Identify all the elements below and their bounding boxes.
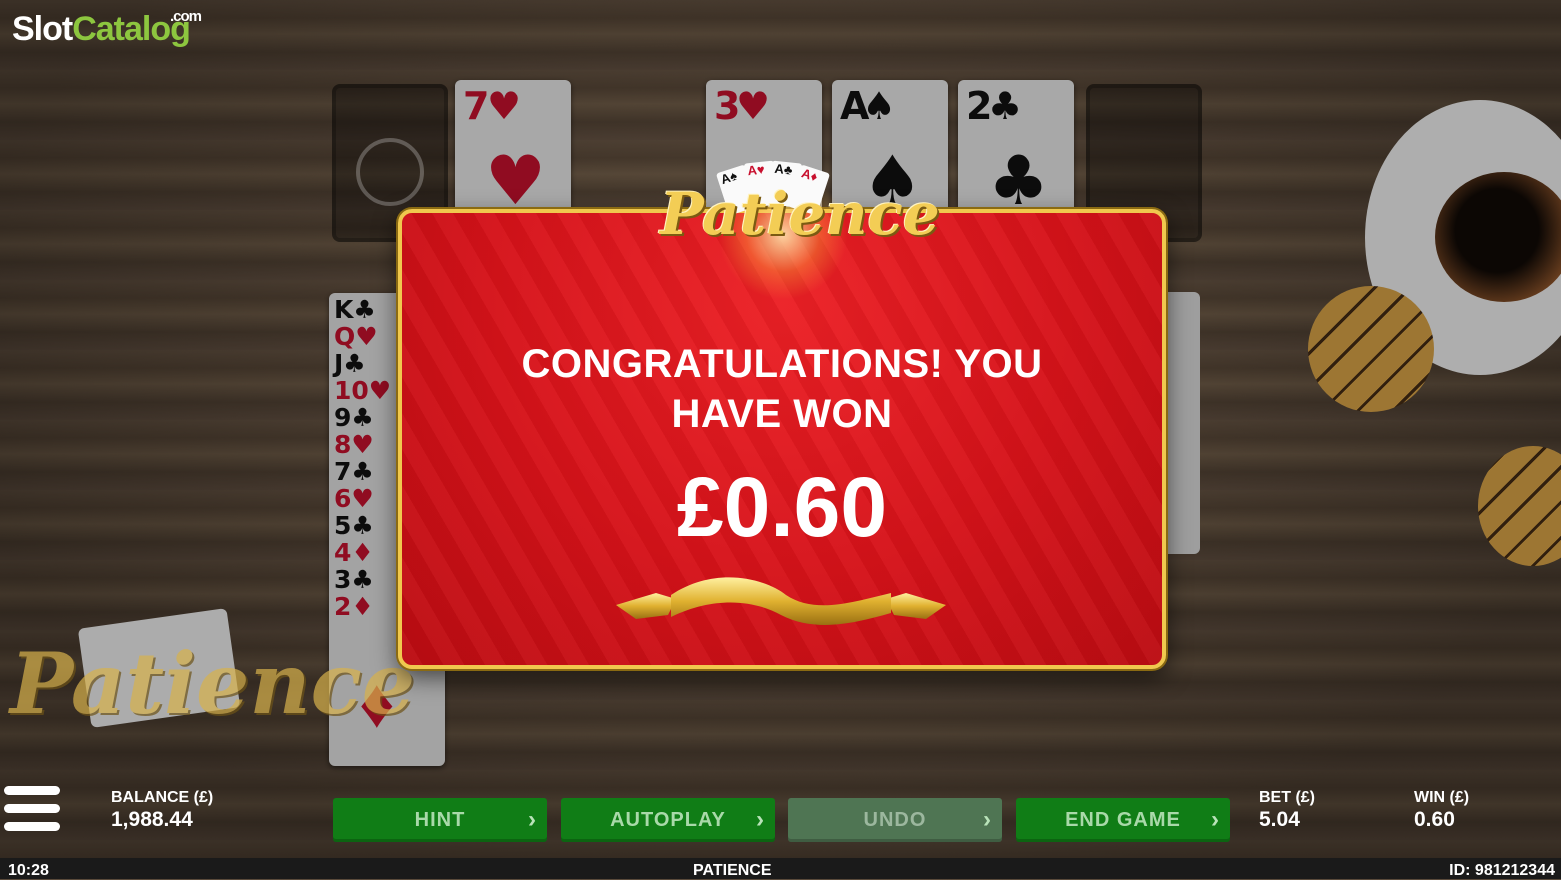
cookie-decoration (1308, 286, 1434, 412)
session-id: ID: 981212344 (1449, 862, 1555, 879)
tableau-card[interactable]: J♣ (334, 349, 366, 378)
congratulations-message: CONGRATULATIONS! YOU HAVE WON (402, 339, 1162, 439)
balance-label: BALANCE (£) (111, 789, 214, 806)
end-game-button[interactable]: END GAME › (1016, 798, 1230, 842)
tableau-card[interactable]: K♣ (334, 295, 376, 324)
coffee-decoration (1435, 172, 1561, 302)
heart-suit-icon: ♥ (487, 84, 522, 128)
recycle-ring-icon (356, 138, 424, 206)
tableau-card[interactable]: 8♥ (334, 430, 374, 459)
club-suit-icon: ♣ (988, 84, 1023, 128)
tableau-card[interactable]: 10♥ (334, 376, 391, 405)
message-line-1: CONGRATULATIONS! YOU (521, 342, 1043, 386)
win-label: WIN (£) (1414, 789, 1470, 806)
message-line-2: HAVE WON (671, 392, 893, 436)
autoplay-button[interactable]: AUTOPLAY › (561, 798, 775, 842)
tableau-column-partial[interactable] (1160, 292, 1200, 554)
autoplay-label: AUTOPLAY (610, 809, 726, 831)
tableau-card[interactable]: 2♦ (334, 592, 374, 621)
end-game-label: END GAME (1065, 809, 1181, 831)
clock-time: 10:28 (8, 862, 49, 879)
brand-suffix: .com (170, 8, 202, 25)
chevron-right-icon: › (1211, 806, 1220, 833)
hint-button[interactable]: HINT › (333, 798, 547, 842)
tableau-card[interactable]: 3♣ (334, 565, 374, 594)
tableau-card[interactable]: 6♥ (334, 484, 374, 513)
status-bar: 10:28 PATIENCE ID: 981212344 (0, 858, 1561, 879)
spade-suit-icon: ♠ (862, 84, 897, 128)
chevron-right-icon: › (983, 806, 992, 833)
brand-word-1: Slot (12, 10, 73, 48)
side-logo-text: Patience (10, 634, 416, 733)
bet-label: BET (£) (1259, 789, 1315, 806)
hamburger-menu-icon[interactable] (4, 786, 60, 832)
chevron-right-icon: › (756, 806, 765, 833)
tableau-card[interactable]: 7♣ (334, 457, 374, 486)
heart-suit-icon: ♥ (736, 84, 771, 128)
chevron-right-icon: › (528, 806, 537, 833)
undo-label: UNDO (863, 809, 927, 831)
win-amount: £0.60 (676, 460, 888, 554)
patience-logo: A♠ A♥ A♣ A♦ Patience (658, 150, 940, 300)
card-rank: 7 (463, 84, 490, 128)
tableau-card[interactable]: 4♦ (334, 538, 374, 567)
undo-button[interactable]: UNDO › (788, 798, 1002, 842)
game-name: PATIENCE (693, 862, 772, 879)
tableau-card[interactable]: 5♣ (334, 511, 374, 540)
tableau-card[interactable]: Q♥ (334, 322, 378, 351)
win-value: 0.60 (1414, 808, 1455, 831)
patience-side-logo: Patience (4, 608, 415, 752)
hint-label: HINT (414, 809, 466, 831)
bet-value: 5.04 (1259, 808, 1300, 831)
balance-value: 1,988.44 (111, 808, 193, 831)
tableau-card[interactable]: 9♣ (334, 403, 374, 432)
cookie-decoration (1478, 446, 1561, 566)
logo-text: Patience (660, 180, 940, 248)
gold-ribbon-icon (616, 577, 946, 625)
slotcatalog-logo: SlotCatalog .com (12, 8, 202, 49)
